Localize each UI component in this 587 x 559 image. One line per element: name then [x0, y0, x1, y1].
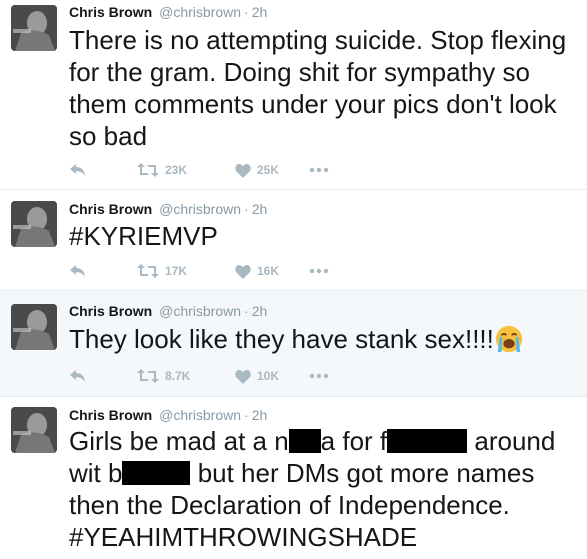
- more-icon: [309, 167, 329, 173]
- like-count: 25K: [257, 163, 280, 177]
- tweet-header: Chris Brown @chrisbrown · 2h: [69, 406, 267, 424]
- avatar[interactable]: [11, 201, 57, 247]
- avatar[interactable]: [11, 5, 57, 51]
- tweet-3[interactable]: Chris Brown @chrisbrown · 2h They look lik…: [0, 291, 587, 397]
- tweet-text-line: so bad: [69, 121, 148, 151]
- separator-dot: ·: [244, 4, 249, 20]
- tweet-text: Girls be mad at a n a for f around wit b …: [69, 425, 579, 553]
- like-button[interactable]: 16K: [235, 261, 279, 281]
- tweet-text-segment: but her DMs got more names: [190, 458, 535, 488]
- tweet-text-line: them comments under your pics don't look: [69, 89, 557, 119]
- author-handle[interactable]: @chrisbrown: [159, 407, 241, 423]
- like-count: 16K: [257, 264, 280, 278]
- reply-icon: [70, 164, 85, 176]
- tweet-text-segment: a for f: [320, 426, 388, 456]
- avatar-image: [11, 407, 57, 453]
- tweet-4[interactable]: Chris Brown @chrisbrown · 2h Girls be mad …: [0, 397, 587, 559]
- author-handle[interactable]: @chrisbrown: [159, 4, 241, 20]
- timestamp[interactable]: 2h: [252, 407, 268, 423]
- avatar-image: [11, 304, 57, 350]
- more-icon: [309, 268, 329, 274]
- tweet-1[interactable]: Chris Brown @chrisbrown · 2h There is no a…: [0, 0, 587, 190]
- retweet-button[interactable]: 17K: [137, 261, 187, 281]
- retweet-count: 8.7K: [165, 369, 191, 383]
- reply-button[interactable]: [69, 366, 87, 386]
- timestamp[interactable]: 2h: [252, 201, 268, 217]
- avatar-image: [11, 5, 57, 51]
- tweet-text-line: They look like they have stank sex!!!!: [69, 323, 579, 355]
- timestamp[interactable]: 2h: [252, 303, 268, 319]
- like-count: 10K: [257, 369, 280, 383]
- avatar[interactable]: [11, 407, 57, 453]
- tweet-text-content: They look like they have stank sex!!!!: [69, 324, 494, 354]
- like-button[interactable]: 25K: [235, 160, 279, 180]
- heart-icon: [235, 369, 251, 384]
- redaction-bar: [122, 461, 191, 485]
- separator-dot: ·: [244, 407, 249, 423]
- retweet-icon: [137, 163, 159, 177]
- tweet-text-segment: Girls be mad at a n: [69, 426, 289, 456]
- hashtag-link[interactable]: #YEAHIMTHROWINGSHADE: [69, 521, 579, 553]
- hashtag-link[interactable]: #KYRIEMVP: [69, 220, 579, 252]
- more-icon: [309, 373, 329, 379]
- avatar[interactable]: [11, 304, 57, 350]
- retweet-button[interactable]: 23K: [137, 160, 187, 180]
- more-button[interactable]: [309, 261, 329, 281]
- author-name[interactable]: Chris Brown: [69, 201, 152, 217]
- reply-icon: [70, 370, 85, 382]
- reply-button[interactable]: [69, 261, 87, 281]
- loudly-crying-face-icon: [495, 325, 522, 353]
- tweet-header: Chris Brown @chrisbrown · 2h: [69, 200, 267, 218]
- tweet-text: There is no attempting suicide. Stop fle…: [69, 24, 579, 152]
- author-handle[interactable]: @chrisbrown: [159, 201, 241, 217]
- reply-button[interactable]: [69, 160, 87, 180]
- retweet-button[interactable]: 8.7K: [137, 366, 190, 386]
- reply-icon: [70, 265, 85, 277]
- tweet-text-line: Girls be mad at a n a for f around: [69, 425, 579, 457]
- retweet-icon: [137, 369, 159, 383]
- redaction-bar: [387, 429, 468, 453]
- tweet-text-segment: wit b: [69, 458, 123, 488]
- separator-dot: ·: [244, 201, 249, 217]
- tweet-2[interactable]: Chris Brown @chrisbrown · 2h #KYRIEMVP 17K…: [0, 190, 587, 291]
- more-button[interactable]: [309, 366, 329, 386]
- tweet-text-line: for the gram. Doing shit for sympathy so: [69, 57, 530, 87]
- author-name[interactable]: Chris Brown: [69, 4, 152, 20]
- tweet-text-line: wit b but her DMs got more names: [69, 457, 579, 489]
- like-button[interactable]: 10K: [235, 366, 279, 386]
- tweet-header: Chris Brown @chrisbrown · 2h: [69, 3, 267, 21]
- tweet-text: #KYRIEMVP: [69, 220, 579, 252]
- timestamp[interactable]: 2h: [252, 4, 268, 20]
- retweet-count: 23K: [165, 163, 188, 177]
- more-button[interactable]: [309, 160, 329, 180]
- separator-dot: ·: [244, 303, 249, 319]
- avatar-image: [11, 201, 57, 247]
- tweet-text-line: There is no attempting suicide. Stop fle…: [69, 25, 567, 55]
- tweet-text-segment: around: [467, 426, 556, 456]
- retweet-count: 17K: [165, 264, 188, 278]
- retweet-icon: [137, 264, 159, 278]
- redaction-bar: [288, 429, 321, 453]
- tweet-text: They look like they have stank sex!!!!: [69, 323, 579, 355]
- tweet-text-line: then the Declaration of Independence.: [69, 490, 510, 520]
- heart-icon: [235, 163, 251, 178]
- author-handle[interactable]: @chrisbrown: [159, 303, 241, 319]
- heart-icon: [235, 264, 251, 279]
- author-name[interactable]: Chris Brown: [69, 407, 152, 423]
- tweet-header: Chris Brown @chrisbrown · 2h: [69, 302, 267, 320]
- author-name[interactable]: Chris Brown: [69, 303, 152, 319]
